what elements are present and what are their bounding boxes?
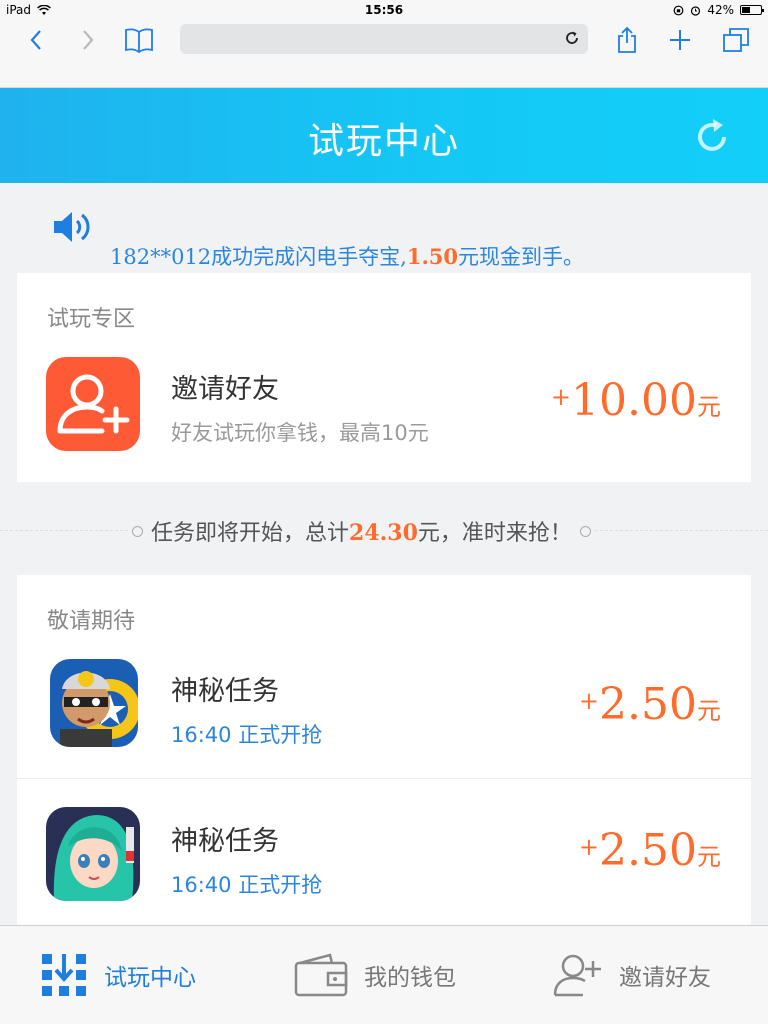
- reward-value: 10.00: [571, 375, 697, 426]
- page-title: 试玩中心: [307, 121, 460, 162]
- game-icon-masked-hero: [50, 659, 138, 747]
- dot-right: [579, 525, 591, 537]
- battery-icon: [740, 5, 764, 15]
- row-title: 神秘任务: [171, 676, 279, 707]
- reward-sign: +: [550, 383, 572, 411]
- address-bar[interactable]: [180, 24, 588, 54]
- game-icon-green-hair-girl: [46, 807, 140, 901]
- reward-amount: +2.50元: [579, 825, 721, 876]
- alarm-icon: [691, 5, 701, 16]
- trial-section: 试玩专区 邀请好友 好友试玩你拿钱，最高10元 +10.00元: [17, 273, 751, 482]
- bookmarks-button[interactable]: [119, 22, 159, 58]
- plus-icon: [670, 30, 690, 50]
- tab-trial-center[interactable]: 试玩中心: [40, 950, 196, 1000]
- reward-unit: 元: [697, 393, 721, 421]
- upcoming-section: 敬请期待 神秘任务 16:40 正式开抢 +2.50元 神秘任务 16:40 正…: [17, 575, 751, 925]
- status-time: 15:56: [364, 3, 404, 17]
- upcoming-tip: 任务即将开始，总计24.30元，准时来抢！: [0, 505, 768, 555]
- notice-prefix: 182**012成功完成闪电手夺宝,: [110, 245, 407, 269]
- tab-invite-friends[interactable]: 邀请好友: [553, 950, 711, 1000]
- page-header: 试玩中心: [0, 88, 768, 183]
- row-title: 神秘任务: [171, 826, 279, 857]
- notice-text: 182**012成功完成闪电手夺宝,1.50元现金到手。: [110, 241, 584, 271]
- orientation-lock-icon: [673, 5, 684, 15]
- tab-my-wallet[interactable]: 我的钱包: [294, 950, 456, 1000]
- notice-suffix: 元现金到手。: [458, 245, 584, 269]
- browser-toolbar: [0, 20, 768, 88]
- tab-bar: 试玩中心 我的钱包 邀请好友: [0, 925, 768, 1024]
- tip-content: 任务即将开始，总计24.30元，准时来抢！: [128, 513, 595, 549]
- book-icon: [125, 28, 153, 53]
- status-right: 42%: [673, 3, 764, 17]
- reward-amount: +10.00元: [551, 375, 721, 426]
- add-user-icon: [46, 357, 140, 451]
- notice-bar: 182**012成功完成闪电手夺宝,1.50元现金到手。: [0, 183, 768, 273]
- row-subtitle: 16:40 正式开抢: [171, 873, 323, 897]
- notice-amount: 1.50: [406, 244, 458, 269]
- battery-percent: 42%: [707, 3, 734, 17]
- reward-unit: 元: [697, 697, 721, 725]
- tabs-icon: [723, 28, 749, 52]
- tab-label: 我的钱包: [364, 965, 456, 991]
- reward-unit: 元: [697, 843, 721, 871]
- invite-friends-row[interactable]: 邀请好友 好友试玩你拿钱，最高10元 +10.00元: [17, 357, 751, 507]
- mystery-task-row[interactable]: 神秘任务 16:40 正式开抢 +2.50元: [17, 778, 751, 928]
- add-user-icon: [553, 954, 601, 997]
- reward-amount: +2.50元: [579, 679, 721, 730]
- grid-download-icon: [42, 954, 86, 996]
- share-icon: [618, 26, 636, 53]
- reload-icon[interactable]: [562, 28, 582, 48]
- section-title-trial: 试玩专区: [47, 307, 136, 332]
- tab-label: 邀请好友: [619, 965, 711, 991]
- back-button[interactable]: [16, 22, 56, 58]
- reward-sign: +: [578, 833, 600, 861]
- wallet-icon: [294, 953, 348, 997]
- tip-suffix: 元，准时来抢！: [417, 521, 572, 546]
- tip-text: 任务即将开始，总计24.30元，准时来抢！: [151, 515, 572, 547]
- chevron-left-icon: [30, 30, 41, 50]
- share-button[interactable]: [607, 22, 647, 58]
- dot-left: [132, 525, 143, 537]
- status-bar: iPad 15:56 42%: [0, 0, 768, 20]
- tab-label: 试玩中心: [104, 965, 196, 991]
- forward-button[interactable]: [68, 22, 108, 58]
- tip-amount: 24.30: [349, 520, 418, 546]
- speaker-icon: [54, 212, 90, 242]
- refresh-icon[interactable]: [694, 115, 730, 155]
- reward-sign: +: [578, 687, 600, 715]
- tabs-button[interactable]: [716, 22, 756, 58]
- reward-value: 2.50: [599, 825, 697, 876]
- tip-prefix: 任务即将开始，总计: [151, 521, 350, 546]
- row-subtitle: 好友试玩你拿钱，最高10元: [171, 421, 429, 445]
- row-subtitle: 16:40 正式开抢: [171, 723, 323, 747]
- new-tab-button[interactable]: [660, 22, 700, 58]
- reward-value: 2.50: [599, 679, 697, 730]
- chevron-right-icon: [83, 30, 94, 50]
- section-title-upcoming: 敬请期待: [47, 609, 136, 634]
- row-title: 邀请好友: [171, 374, 279, 405]
